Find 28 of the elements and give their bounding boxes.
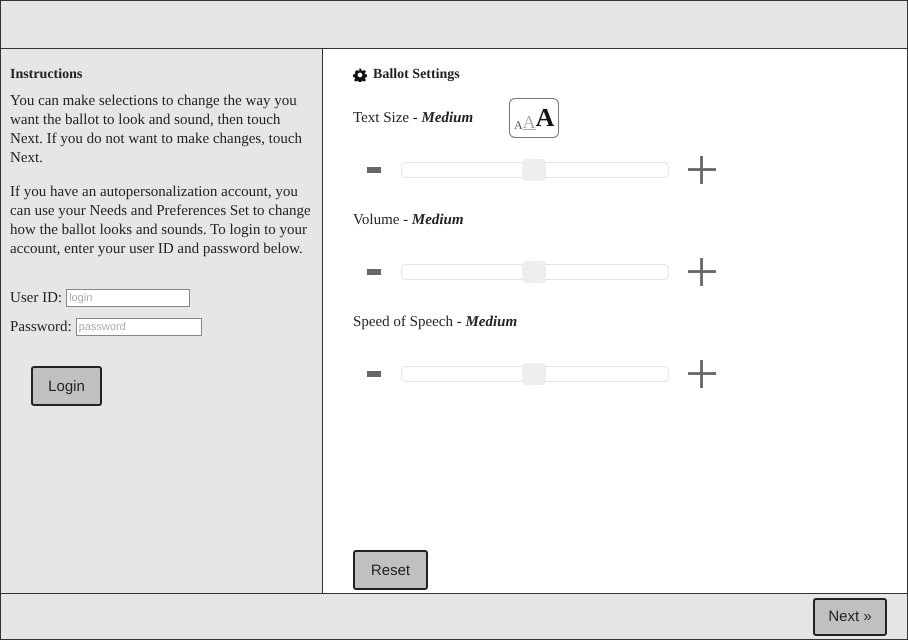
slider-thumb[interactable] [522, 261, 546, 283]
minus-icon[interactable] [367, 269, 381, 275]
setting-label: Text Size - Medium [353, 110, 474, 126]
minus-icon[interactable] [367, 167, 381, 173]
slider-thumb[interactable] [522, 363, 546, 385]
settings-title: Ballot Settings [373, 67, 460, 83]
slider-track[interactable] [401, 366, 669, 382]
plus-icon[interactable] [688, 360, 716, 388]
field-label: User ID: [10, 290, 62, 306]
minus-icon[interactable] [367, 371, 381, 377]
plus-icon[interactable] [688, 156, 716, 184]
text-size-button[interactable]: AAA [509, 98, 560, 138]
instructions-paragraph: If you have an autopersonalization account, you can use your Needs and Preferences Set to change how the ballot looks and sounds. To login to your account, enter your user ID and password below. [10, 183, 312, 259]
slider-track[interactable] [401, 264, 669, 280]
setting-label: Speed of Speech - Medium [353, 314, 518, 330]
input-field[interactable]: password [76, 318, 202, 336]
field-label: Password: [10, 318, 72, 336]
instructions-title: Instructions [10, 67, 84, 83]
next-button[interactable]: Next » [813, 598, 887, 636]
reset-button[interactable]: Reset [353, 550, 428, 590]
slider-track[interactable] [401, 162, 669, 178]
instructions-paragraph: You can make selections to change the way you want the ballot to look and sound, then touch Next. If you do not want to make changes, touch Next. [10, 92, 304, 168]
input-field[interactable]: login [66, 289, 190, 307]
plus-icon[interactable] [688, 258, 716, 286]
settings-icon [353, 68, 367, 82]
slider-thumb[interactable] [522, 159, 546, 181]
login-button[interactable]: Login [31, 366, 102, 406]
setting-label: Volume - Medium [353, 212, 464, 228]
